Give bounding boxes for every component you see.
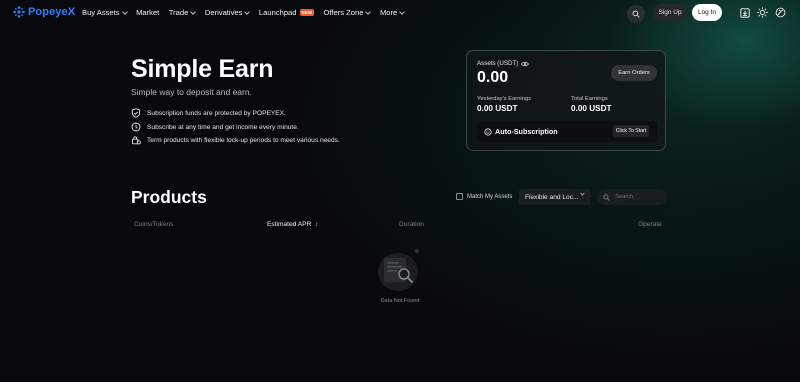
auto-subscription-title: Auto-Subscription (484, 127, 558, 136)
download-button[interactable] (739, 7, 750, 18)
auto-subscription-icon (484, 127, 492, 136)
logo[interactable]: PopeyeX (13, 6, 75, 18)
lock-clock-icon (131, 136, 141, 145)
nav-label: Launchpad (258, 8, 297, 17)
match-assets-label: Match My Assets (467, 193, 513, 200)
search-icon (632, 10, 640, 18)
chevron-down-icon (190, 8, 197, 15)
auto-subscription-bar: Auto-Subscription Click To Start (477, 121, 657, 142)
select-value: Flexible and Loc... (525, 193, 579, 201)
auto-subscription-label: Auto-Subscription (495, 127, 558, 136)
nav-label: Buy Assets (82, 8, 120, 17)
nav-more[interactable]: More (379, 8, 406, 17)
feature-text: Term products with flexible lock-up peri… (147, 136, 340, 144)
shield-check-icon (131, 108, 141, 118)
nav-buy-assets[interactable]: Buy Assets (82, 8, 128, 17)
column-coins-tokens: Coins/Tokens (134, 221, 174, 228)
total-earnings-label: Total Earnings (571, 96, 608, 102)
assets-label: Assets (USDT) (477, 60, 519, 67)
assets-card: Assets (USDT) 0.00 Earn Orders Yesterday… (466, 50, 666, 151)
signup-button[interactable]: Sign Up (653, 4, 687, 21)
nav-label: Offers Zone (323, 8, 364, 17)
total-earnings-value: 0.00 USDT (571, 104, 612, 113)
empty-state-illustration (378, 248, 420, 291)
yesterday-earnings-label: Yesterday's Earnings (477, 96, 532, 102)
feature-item: Subscribe at any time and get income eve… (131, 122, 299, 132)
match-assets-checkbox[interactable] (456, 193, 463, 200)
product-search-field[interactable] (597, 189, 667, 205)
sort-icon: ↕ (315, 222, 319, 228)
chevron-down-icon (121, 8, 128, 15)
assets-value: 0.00 (477, 69, 509, 86)
assets-label-row: Assets (USDT) (477, 60, 530, 67)
globe-icon (775, 7, 786, 18)
column-operate: Operate (638, 221, 662, 228)
download-icon (739, 7, 750, 18)
sun-icon (757, 7, 768, 18)
login-button[interactable]: Log In (692, 4, 722, 21)
eye-icon[interactable] (521, 61, 530, 67)
top-navbar: PopeyeX Buy Assets Market Trade Derivati… (0, 0, 800, 27)
nav-trade[interactable]: Trade (168, 8, 197, 17)
chevron-down-icon (244, 8, 251, 15)
yesterday-earnings-value: 0.00 USDT (477, 104, 518, 113)
main-nav: Buy Assets Market Trade Derivatives Laun… (82, 8, 414, 17)
products-title: Products (131, 187, 207, 207)
nav-market[interactable]: Market (136, 8, 159, 17)
nav-label: Market (136, 8, 160, 17)
nav-derivatives[interactable]: Derivatives (204, 8, 251, 17)
chevron-down-icon (399, 8, 406, 15)
nav-offers-zone[interactable]: Offers Zone (323, 8, 372, 17)
theme-toggle[interactable] (757, 7, 768, 18)
nav-label: More (379, 8, 398, 17)
feature-text: Subscription funds are protected by POPE… (147, 109, 286, 117)
page-subtitle: Simple way to deposit and earn. (131, 87, 252, 97)
page-title: Simple Earn (131, 55, 274, 83)
brand-name: PopeyeX (28, 6, 76, 18)
search-input[interactable] (615, 194, 663, 200)
language-button[interactable] (775, 7, 786, 18)
empty-state-text: Data Not Found (380, 298, 420, 304)
popeyex-logo-icon (13, 6, 25, 18)
new-badge: NEW (299, 9, 315, 16)
search-icon (603, 193, 610, 201)
feature-item: Term products with flexible lock-up peri… (131, 135, 340, 145)
search-button[interactable] (627, 5, 645, 23)
earn-orders-button[interactable]: Earn Orders (611, 65, 657, 81)
column-label: Estimated APR (267, 221, 312, 228)
column-duration: Duration (399, 221, 424, 228)
nav-launchpad[interactable]: Launchpad NEW (258, 8, 315, 17)
product-type-select[interactable]: Flexible and Loc... (519, 189, 591, 205)
match-my-assets[interactable]: Match My Assets (456, 193, 512, 200)
nav-label: Trade (168, 8, 189, 17)
click-to-start-button[interactable]: Click To Start (613, 125, 649, 137)
feature-text: Subscribe at any time and get income eve… (147, 123, 299, 131)
clock-coin-icon (131, 122, 141, 132)
chevron-down-icon (580, 191, 585, 196)
chevron-down-icon (365, 8, 372, 15)
column-estimated-apr[interactable]: Estimated APR ↕ (267, 221, 318, 228)
feature-item: Subscription funds are protected by POPE… (131, 108, 286, 118)
nav-label: Derivatives (204, 8, 243, 17)
